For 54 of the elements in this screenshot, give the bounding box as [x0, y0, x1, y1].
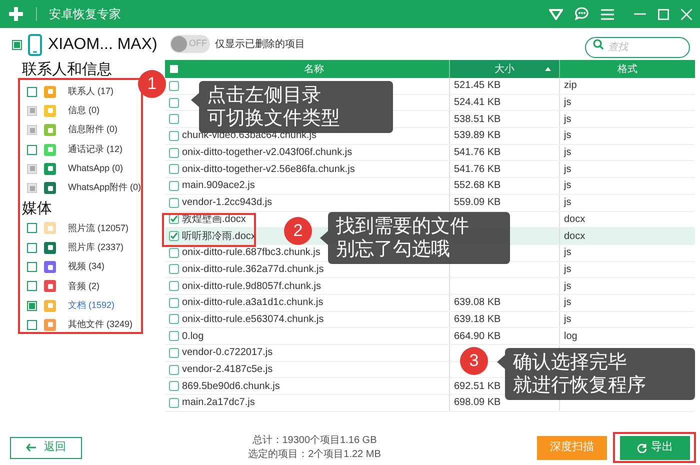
file-format: zip — [564, 79, 577, 94]
file-size: 524.41 KB — [454, 96, 501, 110]
file-name: onix-ditto-rule.a3a1d1c.chunk.js — [182, 296, 324, 310]
file-name: onix-ditto-rule.e563074.chunk.js — [182, 312, 324, 327]
file-name: onix-ditto-rule.687fbc3.chunk.js — [182, 246, 320, 260]
file-format: docx — [564, 212, 586, 227]
tooltip-text: 别忘了勾选哦 — [336, 238, 451, 261]
file-size: 639.08 KB — [454, 296, 501, 310]
file-format: js — [564, 112, 572, 127]
file-name: vendor-1.2cc943d.js — [182, 196, 272, 210]
file-format: js — [564, 246, 572, 260]
file-format: log — [564, 330, 578, 344]
file-name: vendor-0.c722017.js — [182, 346, 273, 360]
file-format: js — [564, 179, 572, 194]
selected-summary: 选定的项目：2个项目1.22 MB — [248, 448, 381, 462]
tooltip-text: 找到需要的文件 — [336, 215, 470, 238]
file-size: 539.89 KB — [454, 129, 501, 144]
file-name: onix-ditto-together-v2.043f06f.chunk.js — [182, 146, 352, 160]
file-size: 538.51 KB — [454, 112, 501, 127]
total-summary: 总计：19300个项目1.16 GB — [252, 434, 377, 448]
file-size: 541.76 KB — [454, 146, 501, 160]
file-size: 698.09 KB — [454, 396, 501, 410]
step-badge: 1 — [138, 70, 166, 98]
file-size: 639.18 KB — [454, 312, 501, 327]
file-name: onix-ditto-rule.362a77d.chunk.js — [182, 262, 324, 277]
file-format: js — [564, 280, 572, 294]
file-format: js — [564, 262, 572, 277]
file-format: docx — [564, 230, 586, 244]
file-name: chunk-video.63bac64.chunk.js — [182, 129, 317, 144]
file-format: js — [564, 196, 572, 210]
file-size: 559.09 KB — [454, 196, 501, 210]
file-format: js — [564, 96, 572, 110]
file-size: 664.90 KB — [454, 330, 501, 344]
file-name: onix-ditto-together-v2.56e86fa.chunk.js — [182, 162, 355, 177]
file-format: js — [564, 162, 572, 177]
file-size: 552.68 KB — [454, 179, 501, 194]
file-format: js — [564, 129, 572, 144]
device-name: XIAOM... MAX) — [48, 35, 158, 55]
file-format: js — [564, 146, 572, 160]
file-name: 0.log — [182, 330, 204, 344]
file-size: 541.76 KB — [454, 162, 501, 177]
file-name: onix-ditto-rule.9d8057f.chunk.js — [182, 280, 321, 294]
section-heading: 媒体 — [22, 198, 52, 219]
file-name: main.909ace2.js — [182, 179, 255, 194]
window-title: 安卓恢复专家 — [49, 6, 121, 23]
file-name: main.2a17dc7.js — [182, 396, 255, 410]
file-name: 869.5be90d6.chunk.js — [182, 380, 280, 394]
file-format: js — [564, 312, 572, 327]
file-name: vendor-2.4187c5e.js — [182, 363, 273, 378]
file-size: 692.51 KB — [454, 380, 501, 394]
section-heading: 联系人和信息 — [22, 60, 112, 80]
toggle-label: 仅显示已删除的项目 — [215, 38, 305, 52]
file-size: 521.45 KB — [454, 79, 501, 94]
file-format: js — [564, 296, 572, 310]
